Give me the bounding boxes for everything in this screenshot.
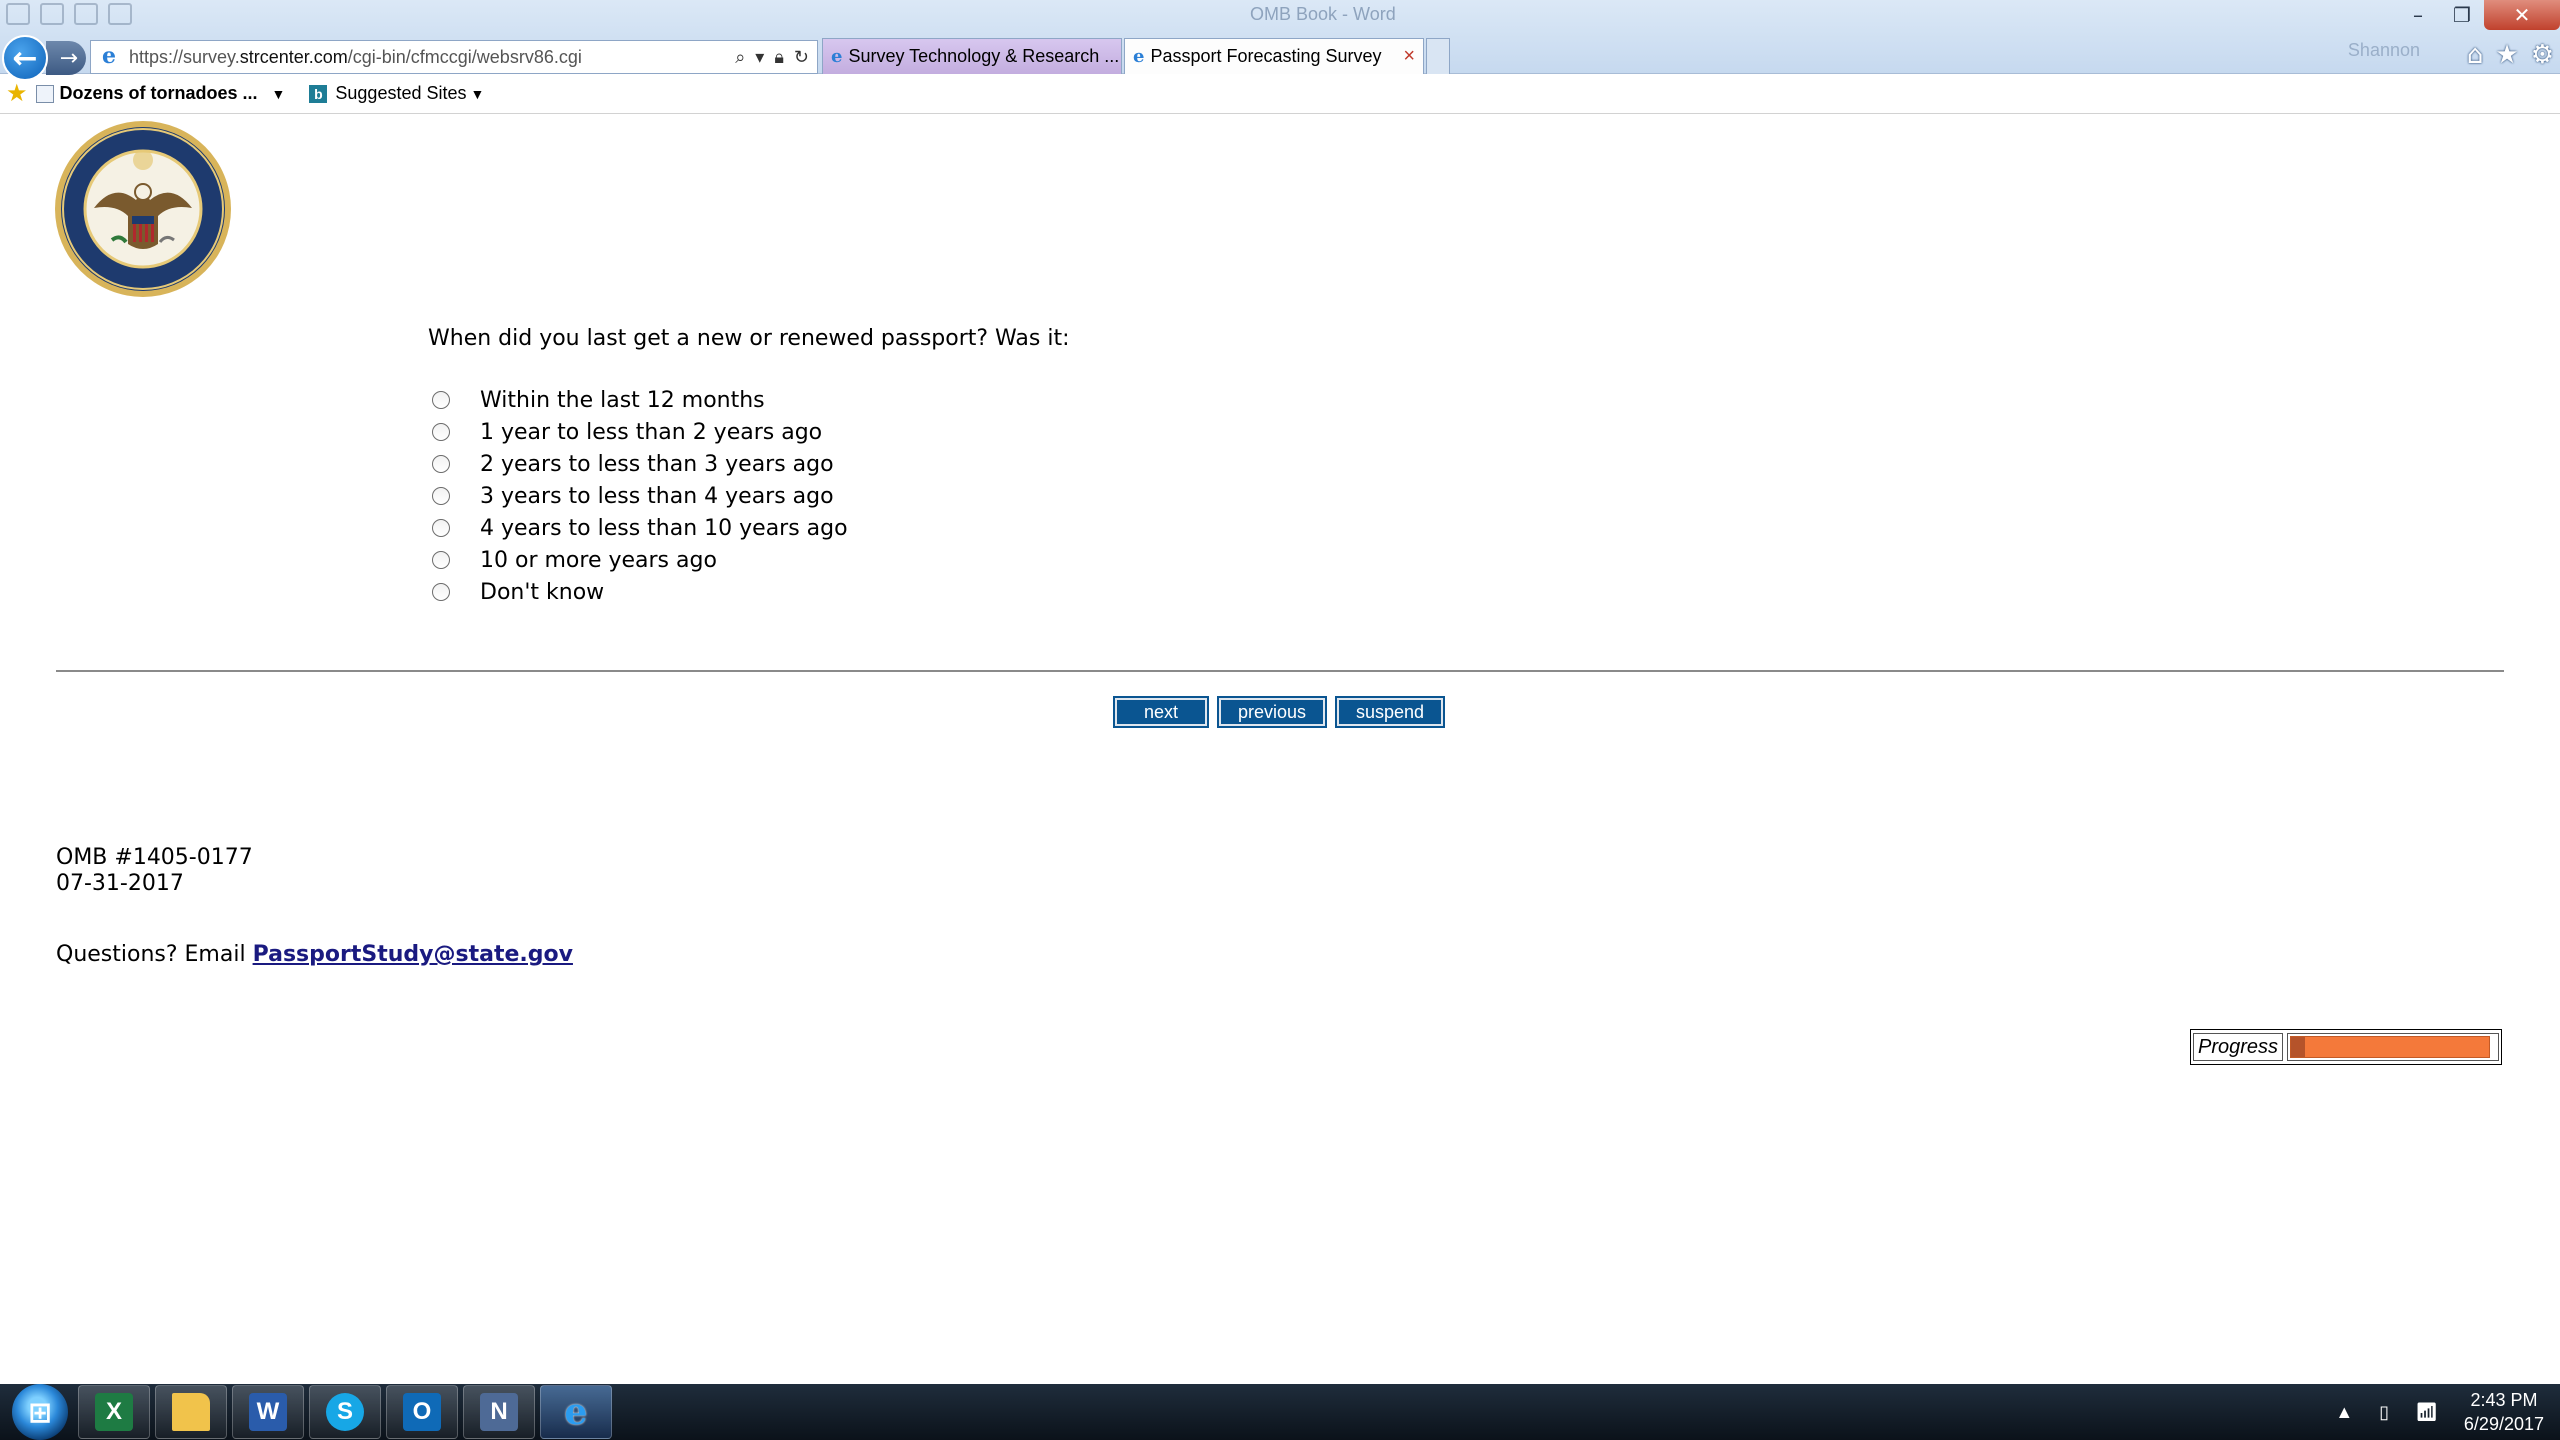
favorites-icon[interactable]: ★ [6, 79, 28, 108]
window-controls: – ❐ ✕ [2396, 0, 2560, 30]
omb-expiration-date: 07-31-2017 [56, 871, 184, 896]
tab-passport-forecasting[interactable]: e Passport Forecasting Survey × [1124, 38, 1424, 74]
minimize-button[interactable]: – [2396, 0, 2440, 30]
ie-tab-icon: e [831, 46, 843, 67]
quick-access-toolbar [6, 3, 132, 25]
clock-date: 6/29/2017 [2463, 1414, 2544, 1434]
skype-icon[interactable]: S [309, 1385, 381, 1439]
tab-survey-technology[interactable]: e Survey Technology & Research ... [822, 38, 1122, 74]
page-icon [35, 84, 54, 103]
option-within-last-12-months[interactable]: Within the last 12 months [428, 384, 848, 416]
n-app-icon[interactable]: N [463, 1385, 535, 1439]
home-icon[interactable]: ⌂ [2467, 40, 2484, 70]
favorite-suggested-sites[interactable]: Suggested Sites [335, 83, 466, 104]
contact-line: Questions? Email PassportStudy@state.gov [56, 942, 573, 967]
show-hidden-icons-icon[interactable]: ▲ [2335, 1402, 2353, 1423]
next-button[interactable]: next [1113, 696, 1209, 728]
browser-tools: ⌂ ★ ⚙ [2467, 40, 2554, 70]
progress-label: Progress [2193, 1033, 2283, 1061]
background-user-name: Shannon [2347, 40, 2420, 60]
contact-prefix: Questions? Email [56, 942, 246, 967]
start-button[interactable]: ⊞ [12, 1384, 68, 1440]
dropdown-icon[interactable]: ▾ [755, 47, 764, 68]
close-button[interactable]: ✕ [2484, 0, 2560, 30]
question-text: When did you last get a new or renewed p… [428, 326, 1070, 351]
favorites-bar: ★ Dozens of tornadoes ... ▼ b Suggested … [0, 74, 2560, 114]
search-icon[interactable]: ⌕ [735, 47, 745, 68]
radio-button[interactable] [432, 519, 450, 537]
refresh-icon[interactable]: ↻ [794, 47, 809, 68]
lock-icon[interactable]: 🔒︎ [774, 47, 784, 68]
progress-track [2287, 1033, 2499, 1061]
bing-icon: b [309, 84, 328, 103]
address-url[interactable]: https://survey.strcenter.com/cgi-bin/cfm… [129, 47, 735, 68]
radio-button[interactable] [432, 423, 450, 441]
background-window-title: OMB Book - Word [1250, 4, 1396, 24]
word-icon[interactable]: W [232, 1385, 304, 1439]
folder-icon[interactable] [155, 1385, 227, 1439]
maximize-button[interactable]: ❐ [2440, 0, 2484, 30]
new-tab-button[interactable] [1426, 38, 1450, 74]
option-dont-know[interactable]: Don't know [428, 576, 848, 608]
browser-titlebar: OMB Book - Word – ❐ ✕ ← → e https://surv… [0, 0, 2560, 81]
device-icon[interactable]: ▯ [2379, 1402, 2389, 1423]
network-signal-icon[interactable]: 📶︎ [2415, 1402, 2438, 1423]
close-tab-icon[interactable]: × [1403, 45, 1415, 68]
outlook-icon[interactable]: O [386, 1385, 458, 1439]
chevron-down-icon[interactable]: ▼ [272, 86, 286, 102]
radio-button[interactable] [432, 583, 450, 601]
forward-button[interactable]: → [46, 41, 86, 75]
omb-info: OMB #1405-0177 07-31-2017 [56, 845, 253, 897]
internet-explorer-icon[interactable]: e [540, 1385, 612, 1439]
option-1-to-2-years[interactable]: 1 year to less than 2 years ago [428, 416, 848, 448]
department-of-state-seal [55, 121, 231, 297]
radio-button[interactable] [432, 455, 450, 473]
favorites-star-icon[interactable]: ★ [2495, 40, 2518, 70]
site-icon: e [102, 43, 116, 69]
chevron-down-icon[interactable]: ▼ [471, 86, 485, 102]
system-tray: ▲ ▯ 📶︎ 2:43 PM 6/29/2017 [2335, 1384, 2544, 1440]
radio-button[interactable] [432, 551, 450, 569]
progress-fill [2290, 1036, 2490, 1058]
gear-icon[interactable]: ⚙ [2531, 40, 2554, 70]
previous-button[interactable]: previous [1217, 696, 1327, 728]
progress-indicator: Progress [2190, 1029, 2502, 1065]
answer-options: Within the last 12 months 1 year to less… [428, 384, 848, 608]
clock[interactable]: 2:43 PM 6/29/2017 [2464, 1388, 2544, 1436]
option-4-to-10-years[interactable]: 4 years to less than 10 years ago [428, 512, 848, 544]
back-button[interactable]: ← [2, 35, 48, 81]
option-10-or-more-years[interactable]: 10 or more years ago [428, 544, 848, 576]
option-2-to-3-years[interactable]: 2 years to less than 3 years ago [428, 448, 848, 480]
ie-tab-icon: e [1133, 46, 1145, 67]
address-bar[interactable]: e https://survey.strcenter.com/cgi-bin/c… [90, 40, 818, 74]
contact-email-link[interactable]: PassportStudy@state.gov [253, 942, 573, 967]
clock-time: 2:43 PM [2470, 1390, 2538, 1410]
favorite-dozens-of-tornadoes[interactable]: Dozens of tornadoes ... [60, 83, 258, 104]
survey-nav-buttons: next previous suspend [1113, 696, 1445, 728]
suspend-button[interactable]: suspend [1335, 696, 1445, 728]
option-3-to-4-years[interactable]: 3 years to less than 4 years ago [428, 480, 848, 512]
windows-taskbar: ⊞ X W S O N e ▲ ▯ 📶︎ 2:43 PM 6/29/2017 [0, 1384, 2560, 1440]
radio-button[interactable] [432, 391, 450, 409]
radio-button[interactable] [432, 487, 450, 505]
divider [56, 670, 2504, 672]
omb-number: OMB #1405-0177 [56, 845, 253, 870]
excel-icon[interactable]: X [78, 1385, 150, 1439]
